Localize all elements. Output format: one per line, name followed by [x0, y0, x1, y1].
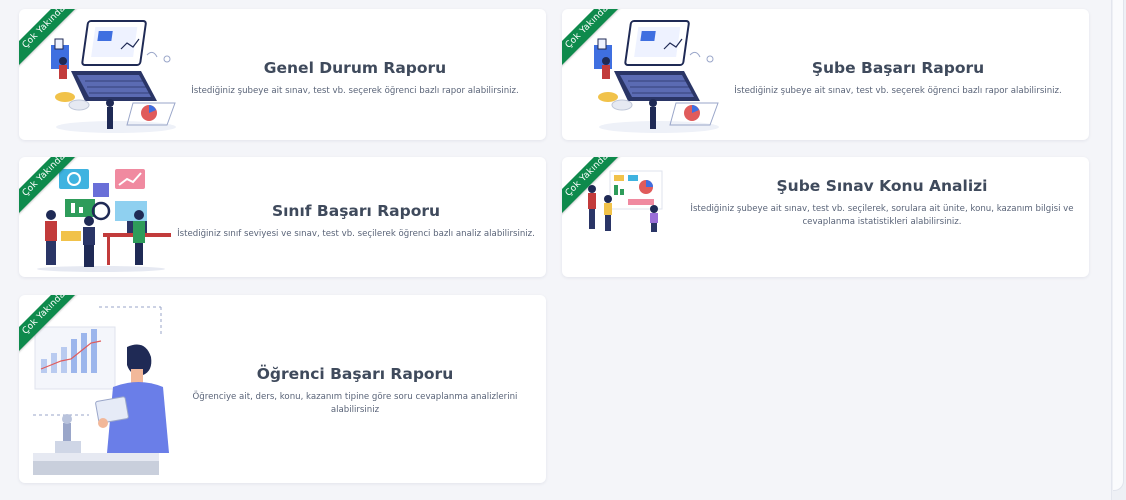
card-sube-sinav-konu-analizi[interactable]: Çok Yakında Şube Sınav Konu Analizi İste…	[562, 157, 1089, 277]
card-title: Şube Sınav Konu Analizi	[776, 177, 988, 195]
card-sinif-basari-raporu[interactable]: Çok Yakında Sınıf Başarı Raporu İstediği…	[19, 157, 546, 277]
card-title: Genel Durum Raporu	[263, 59, 447, 77]
card-description: İstediğiniz şubeye ait sınav, test vb. s…	[690, 204, 1074, 227]
card-ogrenci-basari-raporu[interactable]: Çok Yakında Öğrenci Başarı Raporu Öğrenc…	[19, 295, 546, 483]
student-tablet-illustration	[33, 306, 169, 475]
card-genel-durum-raporu[interactable]: Çok Yakında Genel Durum Raporu İstediğin…	[19, 9, 546, 140]
page-scroll-edge	[1111, 0, 1126, 500]
card-title: Şube Başarı Raporu	[811, 59, 985, 77]
card-description: İstediğiniz sınıf seviyesi ve sınav, tes…	[177, 229, 535, 239]
card-title: Öğrenci Başarı Raporu	[256, 365, 454, 383]
card-description: İstediğiniz şubeye ait sınav, test vb. s…	[734, 86, 1062, 96]
card-title: Sınıf Başarı Raporu	[271, 202, 441, 220]
card-sube-basari-raporu[interactable]: Çok Yakında Şube Başarı Raporu İstediğin…	[562, 9, 1089, 140]
card-description: İstediğiniz şubeye ait sınav, test vb. s…	[191, 86, 519, 96]
laptop-analytics-illustration	[51, 20, 176, 133]
card-description: Öğrenciye ait, ders, konu, kazanım tipin…	[192, 392, 518, 415]
team-analytics-illustration	[37, 169, 171, 272]
laptop-analytics-illustration	[594, 20, 719, 133]
